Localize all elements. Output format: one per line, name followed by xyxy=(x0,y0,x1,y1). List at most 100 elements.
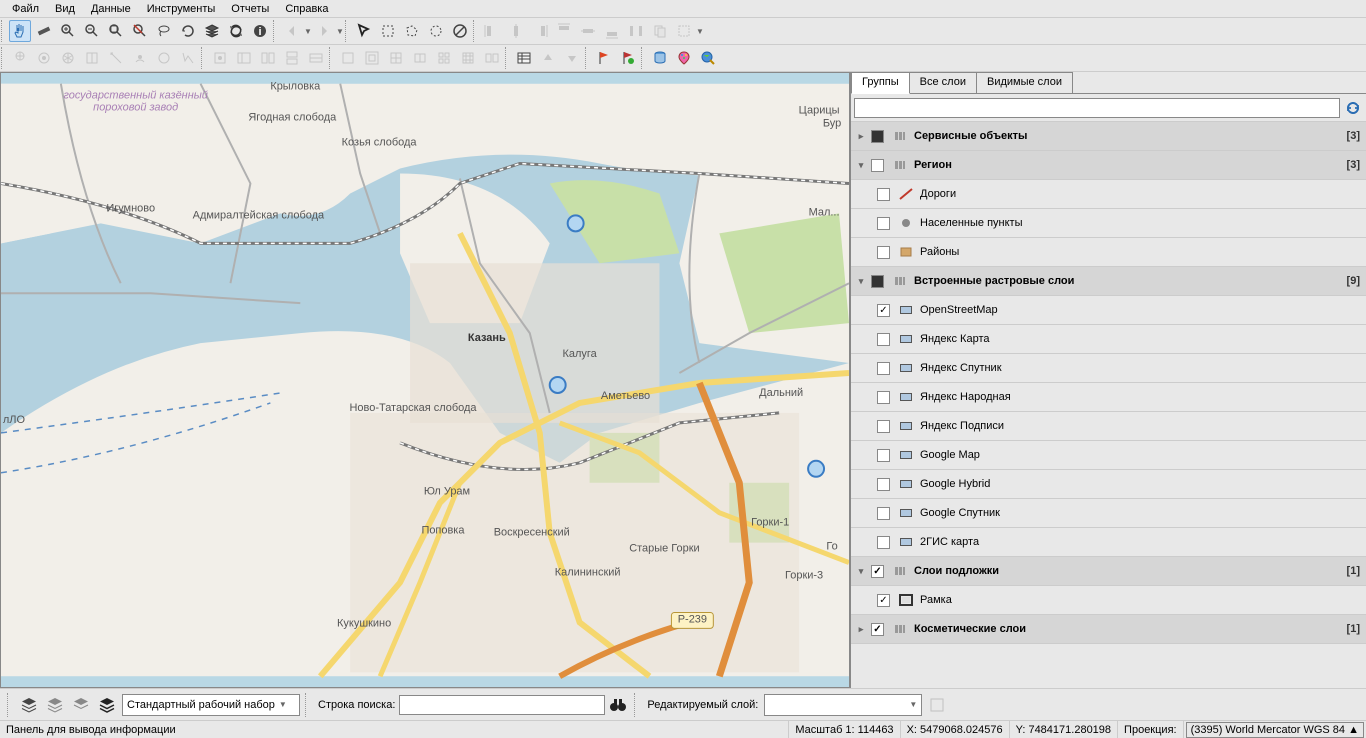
select-rect-tool[interactable] xyxy=(377,20,399,42)
checkbox[interactable] xyxy=(877,362,890,375)
layer-item[interactable]: Яндекс Спутник xyxy=(851,354,1366,383)
layer-item[interactable]: Google Hybrid xyxy=(851,470,1366,499)
checkbox[interactable] xyxy=(871,565,884,578)
menu-Файл[interactable]: Файл xyxy=(4,1,47,17)
zoom-layer-tool[interactable] xyxy=(129,20,151,42)
layer-group[interactable]: ▾ Встроенные растровые слои [9] xyxy=(851,267,1366,296)
rotate-tool[interactable] xyxy=(177,20,199,42)
projection-combo[interactable]: (3395) World Mercator WGS 84 ▲ xyxy=(1186,722,1364,738)
table-view[interactable] xyxy=(513,47,535,69)
select-circle-tool[interactable] xyxy=(425,20,447,42)
checkbox[interactable] xyxy=(877,246,890,259)
checkbox[interactable] xyxy=(871,275,884,288)
group-label: Регион xyxy=(912,159,1347,171)
toolbar-row-1: i ▼ ▼ ▼ xyxy=(0,18,1366,45)
flag-green-tool[interactable] xyxy=(617,47,639,69)
expand-icon[interactable]: ▾ xyxy=(855,160,867,171)
svg-text:Поповка: Поповка xyxy=(421,525,465,537)
layer-item[interactable]: Google Map xyxy=(851,441,1366,470)
checkbox[interactable] xyxy=(871,623,884,636)
layers-tool[interactable] xyxy=(201,20,223,42)
checkbox[interactable] xyxy=(877,217,890,230)
info-tool[interactable]: i xyxy=(249,20,271,42)
layers-tree[interactable]: ▸ Сервисные объекты [3]▾ Регион [3] Доро… xyxy=(851,122,1366,688)
tab-all-layers[interactable]: Все слои xyxy=(909,72,977,93)
layer-group[interactable]: ▸ Косметические слои [1] xyxy=(851,615,1366,644)
layer-group[interactable]: ▾ Слои подложки [1] xyxy=(851,557,1366,586)
db-tool[interactable] xyxy=(649,47,671,69)
layer-item[interactable]: Яндекс Карта xyxy=(851,325,1366,354)
checkbox[interactable] xyxy=(877,188,890,201)
checkbox[interactable] xyxy=(877,420,890,433)
layers-refresh-icon[interactable] xyxy=(1343,98,1363,118)
ruler-tool[interactable] xyxy=(33,20,55,42)
checkbox[interactable] xyxy=(877,594,890,607)
menu-Отчеты[interactable]: Отчеты xyxy=(223,1,277,17)
checkbox[interactable] xyxy=(877,391,890,404)
search-binoculars-icon[interactable] xyxy=(606,693,630,717)
expand-icon[interactable]: ▸ xyxy=(855,624,867,635)
menu-Данные[interactable]: Данные xyxy=(83,1,139,17)
checkbox[interactable] xyxy=(877,333,890,346)
pan-tool[interactable] xyxy=(9,20,31,42)
zoom-out-tool[interactable] xyxy=(81,20,103,42)
menu-Вид[interactable]: Вид xyxy=(47,1,83,17)
lasso-tool[interactable] xyxy=(153,20,175,42)
menu-Справка[interactable]: Справка xyxy=(277,1,336,17)
workspace-combo[interactable]: Стандартный рабочий набор▼ xyxy=(122,694,300,716)
group-label: Косметические слои xyxy=(912,623,1347,635)
tab-visible-layers[interactable]: Видимые слои xyxy=(976,72,1073,93)
menu-Инструменты[interactable]: Инструменты xyxy=(139,1,224,17)
layer-label: Яндекс Подписи xyxy=(918,420,1360,432)
layer-item[interactable]: Дороги xyxy=(851,180,1366,209)
group-icon xyxy=(892,622,908,636)
layer-item[interactable]: OpenStreetMap xyxy=(851,296,1366,325)
layer-item[interactable]: Google Спутник xyxy=(851,499,1366,528)
checkbox[interactable] xyxy=(877,449,890,462)
expand-icon[interactable]: ▾ xyxy=(855,566,867,577)
search-input[interactable] xyxy=(399,695,605,715)
flag-red-tool[interactable] xyxy=(593,47,615,69)
expand-icon[interactable]: ▸ xyxy=(855,131,867,142)
layer-item[interactable]: Яндекс Народная xyxy=(851,383,1366,412)
checkbox[interactable] xyxy=(871,130,884,143)
refresh-tool[interactable] xyxy=(225,20,247,42)
svg-text:Аметьево: Аметьево xyxy=(601,390,650,402)
align-2 xyxy=(505,20,527,42)
zoom-extent-tool[interactable] xyxy=(105,20,127,42)
tab-groups[interactable]: Группы xyxy=(851,72,910,94)
clear-selection-tool[interactable] xyxy=(449,20,471,42)
expand-icon[interactable]: ▾ xyxy=(855,276,867,287)
checkbox[interactable] xyxy=(871,159,884,172)
geo-6 xyxy=(129,47,151,69)
checkbox[interactable] xyxy=(877,507,890,520)
checkbox[interactable] xyxy=(877,536,890,549)
layers-icon-3[interactable] xyxy=(69,693,93,717)
style-tool[interactable] xyxy=(673,47,695,69)
layer-group[interactable]: ▾ Регион [3] xyxy=(851,151,1366,180)
select-poly-tool[interactable] xyxy=(401,20,423,42)
group-label: Сервисные объекты xyxy=(912,130,1347,142)
distribute-1 xyxy=(625,20,647,42)
layer-item[interactable]: Яндекс Подписи xyxy=(851,412,1366,441)
layer-label: Населенные пункты xyxy=(918,217,1360,229)
layers-icon-2[interactable] xyxy=(43,693,67,717)
map-canvas[interactable]: Казань государственный казённыйпороховой… xyxy=(0,72,850,688)
select-arrow-tool[interactable] xyxy=(353,20,375,42)
layer-item[interactable]: Рамка xyxy=(851,586,1366,615)
group-count: [3] xyxy=(1347,159,1360,171)
checkbox[interactable] xyxy=(877,478,890,491)
layers-search-input[interactable] xyxy=(854,98,1340,118)
layer-group[interactable]: ▸ Сервисные объекты [3] xyxy=(851,122,1366,151)
layer-item[interactable]: 2ГИС карта xyxy=(851,528,1366,557)
checkbox[interactable] xyxy=(877,304,890,317)
edit-layer-combo[interactable]: ▼ xyxy=(764,694,922,716)
layer-type-icon xyxy=(898,187,914,201)
globe-tool[interactable] xyxy=(697,47,719,69)
zoom-in-tool[interactable] xyxy=(57,20,79,42)
svg-text:Го: Го xyxy=(826,541,837,553)
layers-icon-4[interactable] xyxy=(95,693,119,717)
layer-item[interactable]: Районы xyxy=(851,238,1366,267)
layers-icon-1[interactable] xyxy=(17,693,41,717)
layer-item[interactable]: Населенные пункты xyxy=(851,209,1366,238)
